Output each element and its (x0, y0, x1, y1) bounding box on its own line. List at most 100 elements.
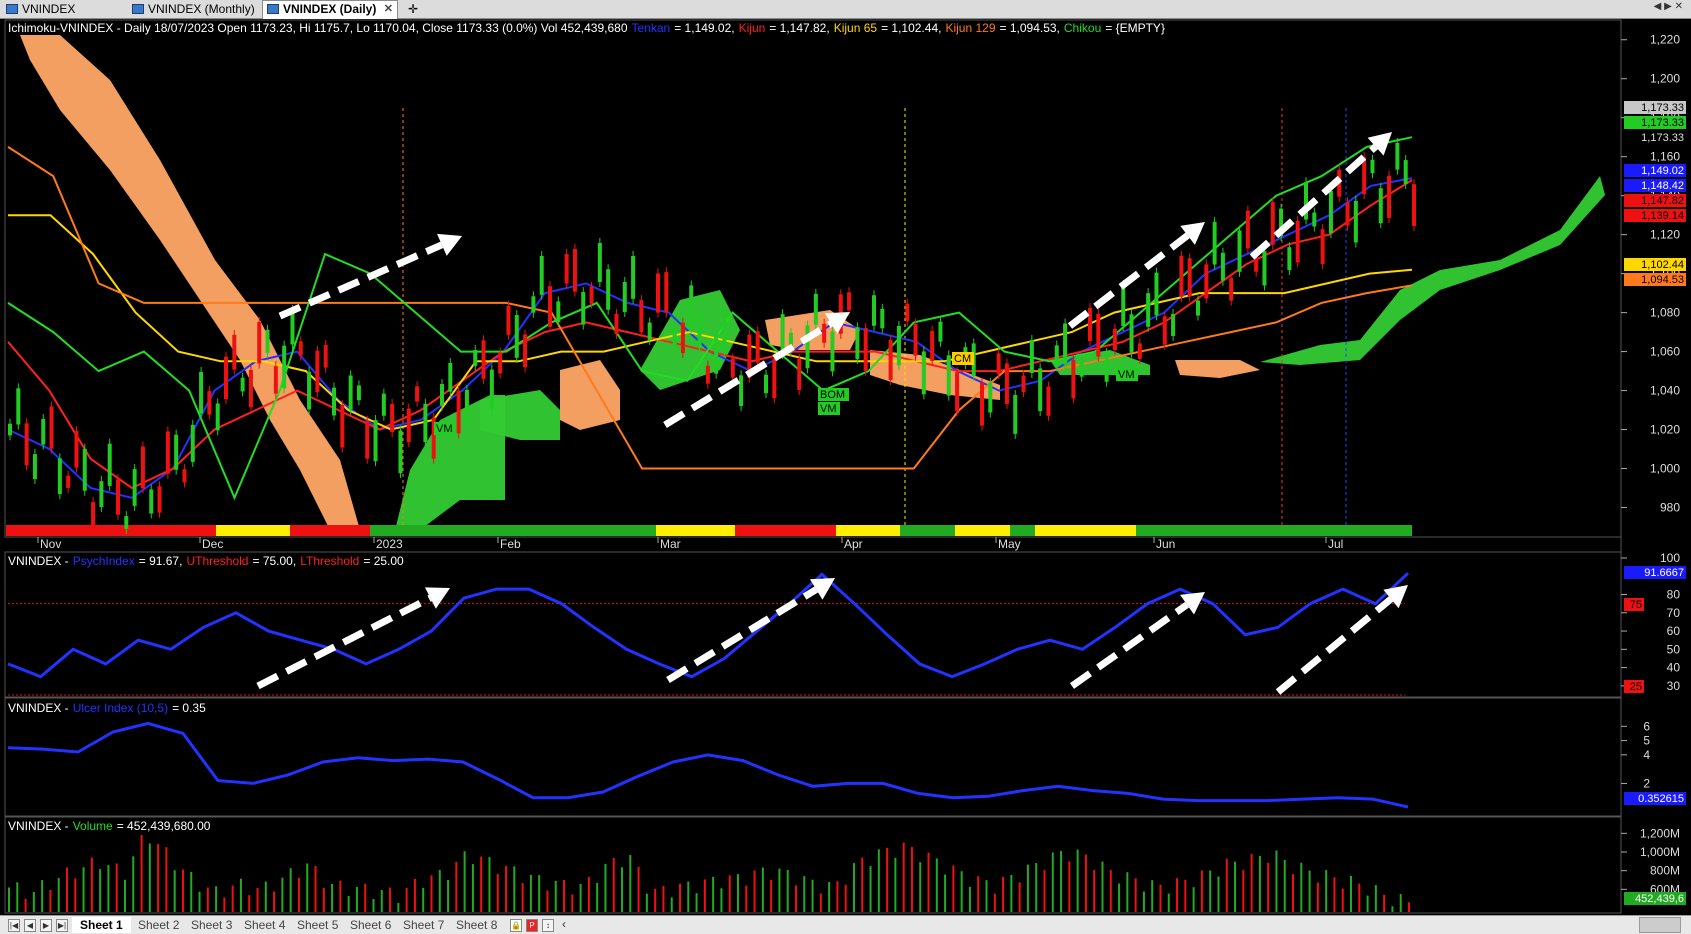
volume-bar (952, 865, 955, 912)
psych-pane[interactable] (4, 551, 1622, 698)
y-tick-label: 30 (1667, 679, 1681, 693)
volume-bar (306, 863, 309, 912)
candle-body (1129, 314, 1134, 353)
y-tick-label: 40 (1667, 661, 1681, 675)
volume-bar (505, 865, 508, 912)
candle-body (664, 272, 669, 313)
first-sheet-button[interactable]: |◀ (8, 919, 20, 932)
volume-bar (1242, 870, 1245, 912)
volume-bar (422, 887, 425, 912)
signal-bar (6, 525, 1412, 536)
psych-tag-label: 75 (1630, 599, 1642, 611)
legend-series-name: Tenkan (632, 21, 671, 35)
candle-body (315, 350, 320, 393)
candle-body (564, 254, 569, 284)
next-sheet-button[interactable]: ▶ (40, 919, 52, 932)
scroll-icon[interactable]: ↕ (542, 919, 554, 932)
candle-body (772, 358, 777, 399)
volume-bar (654, 888, 657, 912)
candle-body (1079, 360, 1084, 377)
volume-bar (1043, 870, 1046, 912)
volume-bar (695, 893, 698, 912)
candle-body (905, 303, 910, 322)
psych-tag-label: 91.6667 (1644, 567, 1684, 579)
signal-segment (656, 525, 735, 536)
candle-body (265, 329, 270, 353)
candle-body (57, 458, 62, 495)
candle-body (1146, 293, 1151, 327)
volume-bar (322, 887, 325, 912)
chart-canvas[interactable]: 1,2201,2001,1801,1601,1401,1201,1001,080… (0, 0, 1691, 915)
volume-bar (529, 874, 532, 912)
ulcer-title: VNINDEX - Ulcer Index (10,5) = 0.35 (8, 701, 206, 715)
volume-bar (347, 895, 350, 912)
volume-bar (637, 866, 640, 912)
sheet-tab-8[interactable]: Sheet 8 (448, 917, 505, 933)
candle-body (66, 475, 71, 488)
candle-body (880, 308, 885, 329)
volume-bar (670, 897, 673, 912)
sheet-tab-6[interactable]: Sheet 6 (342, 917, 399, 933)
candle-body (82, 448, 87, 491)
sheet-tab-7[interactable]: Sheet 7 (395, 917, 452, 933)
candle-body (1403, 160, 1408, 184)
sheet-tab-1[interactable]: Sheet 1 (72, 917, 131, 933)
ps-icon[interactable]: P (526, 919, 538, 932)
y-tick-label: 60 (1667, 624, 1681, 638)
volume-bar (1225, 858, 1228, 912)
candle-body (531, 296, 536, 313)
candle-body (1295, 220, 1300, 263)
volume-bar (1142, 891, 1145, 912)
sheet-tab-2[interactable]: Sheet 2 (130, 917, 187, 933)
candle-body (1029, 340, 1034, 373)
volume-bar (1101, 861, 1104, 912)
volume-bar (1308, 870, 1311, 912)
volume-bar (223, 897, 226, 912)
candle-body (232, 334, 237, 370)
volume-bar (1341, 888, 1344, 912)
price-tag-label: 1,139.14 (1641, 210, 1684, 222)
volume-bar (1076, 849, 1079, 912)
volume-bar (968, 886, 971, 912)
volume-bar (770, 879, 773, 912)
legend-series-name: Kijun (739, 21, 766, 35)
volume-bar (198, 891, 201, 912)
candle-body (797, 358, 802, 391)
volume-bar (32, 891, 35, 912)
legend-series-value: = 1,094.53, (1000, 21, 1060, 35)
y-tick-label: 2 (1643, 776, 1650, 790)
volume-bar (1209, 870, 1212, 912)
sheet-tab-5[interactable]: Sheet 5 (289, 917, 346, 933)
sheet-tab-3[interactable]: Sheet 3 (183, 917, 240, 933)
volume-bar (1018, 882, 1021, 912)
candle-body (680, 322, 685, 354)
candle-body (539, 256, 544, 295)
candle-body (1229, 278, 1234, 301)
sheet-tab-4[interactable]: Sheet 4 (236, 917, 293, 933)
volume-bar (314, 866, 317, 912)
candle-body (896, 325, 901, 366)
lock-icon[interactable]: 🔒 (510, 919, 522, 932)
ulcer-pane[interactable] (4, 697, 1622, 817)
signal-segment (290, 525, 370, 536)
volume-bar (1250, 854, 1253, 912)
candle-body (697, 316, 702, 349)
y-tick-label: 50 (1667, 642, 1681, 656)
volume-bar (1035, 863, 1038, 912)
volume-bar (960, 871, 963, 912)
volume-bar (819, 893, 822, 912)
ichimoku-pane[interactable] (4, 19, 1622, 538)
x-tick-label: Jun (1156, 537, 1175, 551)
horizontal-scrollbar[interactable] (1639, 917, 1681, 933)
volume-bar (844, 884, 847, 912)
last-sheet-button[interactable]: ▶| (56, 919, 68, 932)
volume-bar (1408, 902, 1410, 912)
prev-sheet-button[interactable]: ◀ (24, 919, 36, 932)
legend-series-name: PsychIndex (73, 554, 135, 568)
volume-bar (132, 856, 135, 912)
candle-body (714, 334, 719, 374)
y-tick-label: 1,040 (1650, 384, 1680, 398)
candle-body (1013, 395, 1018, 434)
volume-bar (720, 888, 723, 912)
scroll-left-icon[interactable]: ‹ (562, 917, 566, 931)
